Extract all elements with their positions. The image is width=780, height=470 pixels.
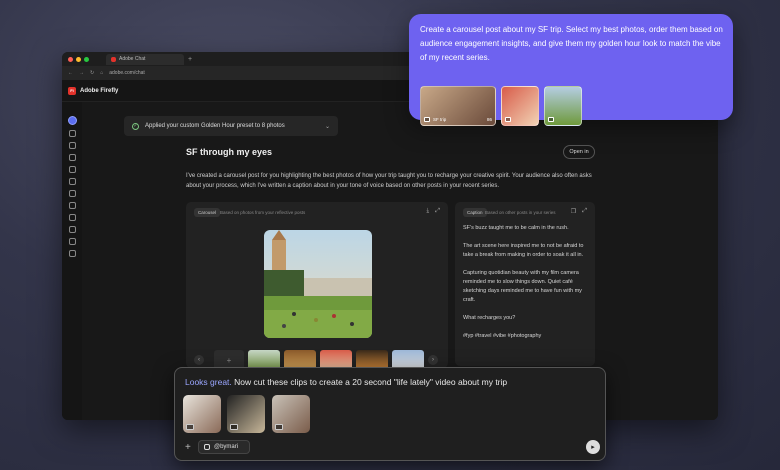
folder-icon[interactable]	[68, 202, 76, 209]
back-arrow-icon[interactable]: ←	[68, 70, 73, 76]
browser-tab[interactable]: Adobe Chat	[106, 53, 184, 65]
image-icon	[505, 117, 511, 122]
caption-paragraph: The art scene here inspired me to not be…	[463, 243, 584, 258]
album-label: SF trip	[424, 117, 446, 122]
video-icon	[275, 424, 283, 430]
open-in-button[interactable]: Open in	[563, 145, 595, 159]
caption-paragraph: Capturing quotidian beauty with my film …	[463, 270, 582, 303]
edit-icon[interactable]	[68, 142, 76, 149]
check-icon: ✓	[132, 122, 139, 130]
home-icon[interactable]: ⌂	[100, 70, 103, 76]
carousel-subtitle: Based on photos from your reflective pos…	[220, 210, 306, 215]
carousel-actions: ⤓ ⤢	[427, 208, 440, 215]
photo-thumbnail-2[interactable]	[544, 86, 582, 126]
response-description: I've created a carousel post for you hig…	[186, 173, 592, 189]
new-tab-button[interactable]: +	[188, 56, 192, 63]
caption-actions: ❐ ⤢	[571, 208, 587, 215]
url-field[interactable]: adobe.com/chat	[109, 70, 145, 76]
caption-paragraph: What recharges you?	[463, 315, 516, 321]
prompt-lead: Looks great.	[185, 377, 232, 387]
send-button[interactable]: ▸	[586, 440, 600, 454]
album-icon	[424, 117, 430, 122]
applied-notice-text: Applied your custom Golden Hour preset t…	[145, 123, 285, 129]
download-icon[interactable]: ⤓	[427, 208, 430, 215]
prompt-text[interactable]: Looks great. Now cut these clips to crea…	[185, 377, 507, 387]
tab-title: Adobe Chat	[119, 56, 146, 62]
brush-icon[interactable]	[68, 178, 76, 185]
caption-tag: Caption	[463, 208, 487, 217]
instagram-handle-chip[interactable]: @bymari	[198, 440, 250, 454]
clip-thumbnail-1[interactable]	[183, 395, 221, 433]
carousel-tag: Carousel	[194, 208, 221, 217]
prompt-body: Now cut these clips to create a 20 secon…	[231, 377, 508, 387]
photoshop-icon[interactable]	[68, 238, 76, 245]
video-icon	[230, 424, 238, 430]
album-name: SF trip	[433, 117, 447, 122]
clip-thumbnail-2[interactable]	[227, 395, 265, 433]
expand-icon[interactable]: ⤢	[582, 208, 587, 215]
post-title: SF through my eyes	[186, 147, 273, 157]
firefly-logo: Fi	[68, 86, 76, 95]
reload-icon[interactable]: ↻	[90, 70, 94, 76]
rocket-icon[interactable]	[68, 190, 76, 197]
handle-text: @bymari	[214, 444, 239, 450]
video-icon[interactable]	[68, 166, 76, 173]
caption-text[interactable]: SF's buzz taught me to be calm in the ru…	[463, 224, 587, 350]
album-count: 86	[486, 117, 492, 122]
photo-label	[505, 117, 511, 122]
image-icon[interactable]	[68, 130, 76, 137]
carousel-main-photo[interactable]	[264, 230, 372, 338]
next-arrow-icon[interactable]: ›	[428, 355, 438, 365]
forward-arrow-icon[interactable]: →	[79, 70, 84, 76]
sparkle-icon[interactable]	[68, 154, 76, 161]
side-rail	[62, 102, 82, 420]
photo-label	[548, 117, 554, 122]
app-title: Adobe Firefly	[80, 87, 119, 94]
caption-subtitle: Based on other posts in your series	[485, 210, 556, 215]
prev-arrow-icon[interactable]: ‹	[194, 355, 204, 365]
album-thumbnail[interactable]: SF trip 86	[420, 86, 496, 126]
user-message-text: Create a carousel post about my SF trip.…	[420, 25, 723, 62]
copy-icon[interactable]: ❐	[571, 208, 576, 215]
instagram-icon	[204, 444, 210, 450]
close-window-button[interactable]	[68, 56, 73, 62]
grid-icon[interactable]	[68, 226, 76, 233]
video-icon	[186, 424, 194, 430]
chevron-down-icon[interactable]: ⌄	[325, 123, 330, 130]
chat-icon[interactable]	[67, 116, 77, 125]
carousel-panel: Carousel Based on photos from your refle…	[186, 202, 448, 370]
maximize-window-button[interactable]	[84, 56, 89, 62]
caption-hashtags: #fyp #travel #vibe #photography	[463, 333, 542, 339]
clip-thumbnail-3[interactable]	[272, 395, 310, 433]
image-icon	[548, 117, 554, 122]
caption-paragraph: SF's buzz taught me to be calm in the ru…	[463, 225, 569, 231]
user-message-bubble: Create a carousel post about my SF trip.…	[409, 14, 733, 126]
caption-panel: Caption Based on other posts in your ser…	[455, 202, 595, 366]
photo-thumbnail-1[interactable]	[501, 86, 539, 126]
add-attachment-button[interactable]: +	[185, 442, 191, 453]
applied-preset-notice[interactable]: ✓ Applied your custom Golden Hour preset…	[124, 116, 338, 136]
minimize-window-button[interactable]	[76, 56, 81, 62]
link-icon[interactable]	[68, 214, 76, 221]
expand-icon[interactable]: ⤢	[435, 208, 440, 215]
express-icon[interactable]	[68, 250, 76, 257]
tab-favicon-icon	[111, 56, 116, 62]
